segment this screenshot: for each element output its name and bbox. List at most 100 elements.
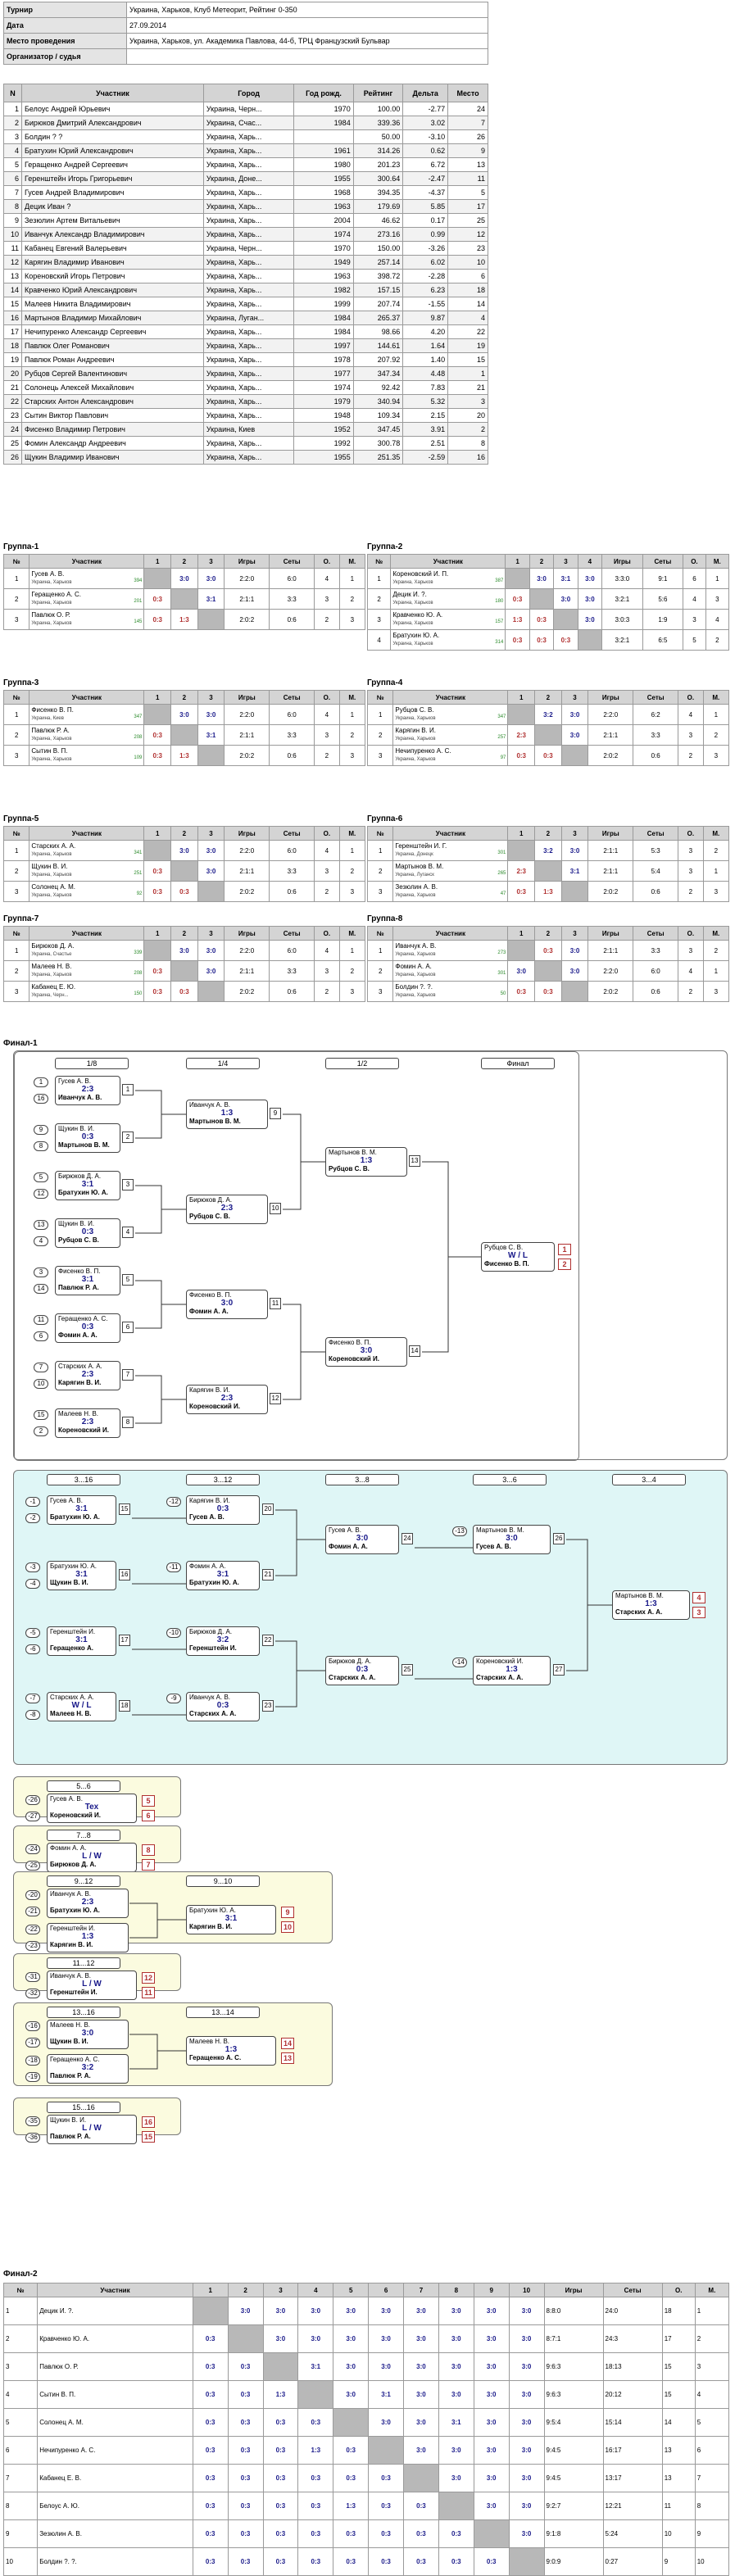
group-player-rating: 265 xyxy=(497,871,506,876)
final2-col-header: 1 xyxy=(192,2283,229,2297)
final2-place: 9 xyxy=(694,2519,730,2548)
player-cell: Украина, Харь... xyxy=(202,436,295,451)
group-player-info: Украина, Харьков 157 xyxy=(392,619,503,628)
group-col-header: Игры xyxy=(224,826,270,841)
group-score-cell: 3:2 xyxy=(534,704,562,725)
place-number: 7 xyxy=(142,1859,155,1871)
group-place: 3 xyxy=(338,609,366,630)
group-points: 3 xyxy=(314,588,340,610)
group-row-num: 2 xyxy=(2,960,30,982)
player-cell: 24 xyxy=(447,102,488,116)
final2-games: 9:6:3 xyxy=(543,2352,604,2381)
group-col-header: М. xyxy=(702,826,730,841)
player-row: 7 Гусев Андрей Владимирович Украина, Харь.… xyxy=(3,185,488,200)
group-points: 3 xyxy=(683,609,706,630)
player-row: 14 Кравченко Юрий Александрович Украина, Х… xyxy=(3,283,488,297)
group-points: 2 xyxy=(678,981,704,1002)
final2-score-cell: 0:3 xyxy=(227,2352,264,2381)
group-player: Солонец А. М. Украина, Харьков 92 xyxy=(29,881,145,902)
group-player: Зезюлин А. В. Украина, Харьков 47 xyxy=(392,881,509,902)
group-player-info: Украина, Счастье 339 xyxy=(31,950,142,959)
final2-sets: 12:21 xyxy=(602,2492,663,2520)
info-value xyxy=(126,48,488,65)
final2-sets: 18:13 xyxy=(602,2352,663,2381)
final2-player: Децик И. ?. xyxy=(37,2297,193,2325)
player-cell: 10 xyxy=(3,227,22,242)
group-score-cell xyxy=(507,704,536,725)
group-row-num: 1 xyxy=(2,704,30,725)
group-col-header: О. xyxy=(678,826,704,841)
group-player-name: Карягин В. И. xyxy=(395,727,436,734)
group-player: Кравченко Ю. А. Украина, Харьков 157 xyxy=(390,609,506,630)
match-score: L / W xyxy=(82,1852,102,1861)
group-games: 2:1:1 xyxy=(587,840,634,861)
player-cell: 1974 xyxy=(293,380,354,395)
player-cell: 24 xyxy=(3,422,22,437)
final2-row-num: 4 xyxy=(2,2380,39,2409)
group-player-name: Фисенко В. П. xyxy=(31,706,74,714)
group-player-name: Геращенко А. С. xyxy=(31,591,81,598)
places-panel: 7...8 Фомин А. А. L / W Бирюков Д. А. -24 -25… xyxy=(13,1825,181,1872)
player-cell: 1955 xyxy=(293,450,354,465)
group-player-rating: 339 xyxy=(134,950,143,955)
group-sets: 6:0 xyxy=(269,704,315,725)
group-player-info: Украина, Харьков 208 xyxy=(31,970,142,979)
group-score-cell: 0:3 xyxy=(505,588,530,610)
group-player-info: Украина, Харьков 109 xyxy=(31,755,142,764)
group-player-city: Украина, Харьков xyxy=(31,737,72,742)
group-thead: № Участник 1 2 3 Игры Сеты О. М. xyxy=(2,926,366,941)
group-row-num: 3 xyxy=(2,981,30,1002)
player-cell: 1963 xyxy=(293,199,354,214)
group-row-num: 4 xyxy=(366,629,392,651)
tournament-info-table: Турнир Украина, Харьков, Клуб Метеорит, Р… xyxy=(3,2,488,65)
group-row: 1 Фисенко В. П. Украина, Киев 347 3:0 3:0 2:2:… xyxy=(2,704,366,725)
player-cell: 23 xyxy=(447,241,488,256)
group-player-info: Украина, Харьков 301 xyxy=(395,970,506,979)
group-score-cell: 0:3 xyxy=(143,960,172,982)
group-col-header: 2 xyxy=(534,690,562,705)
group-sets: 5:4 xyxy=(633,860,679,882)
final2-score-cell: 0:3 xyxy=(262,2464,299,2492)
player-cell: 0.62 xyxy=(402,143,449,158)
group-player-name: Кореновский И. П. xyxy=(392,570,449,578)
group-sets: 3:3 xyxy=(633,724,679,746)
player-row: 18 Павлюк Олег Романович Украина, Харь... 1… xyxy=(3,338,488,353)
group-row: 1 Иванчук А. В. Украина, Харьков 273 0:3 3:0 2… xyxy=(366,940,730,961)
player-cell: Украина, Харь... xyxy=(202,129,295,144)
group-points: 4 xyxy=(314,840,340,861)
player-cell: 157.15 xyxy=(352,283,404,297)
group-place: 3 xyxy=(702,981,730,1002)
seed-number: -31 xyxy=(25,1972,40,1982)
group-sets: 0:6 xyxy=(269,981,315,1002)
group-score-cell: 3:1 xyxy=(553,568,578,589)
group-points: 3 xyxy=(678,860,704,882)
final2-row-num: 7 xyxy=(2,2464,39,2492)
group-row: 2 Щукин В. И. Украина, Харьков 251 0:3 3:0 2:1… xyxy=(2,860,366,882)
final2-score-cell xyxy=(473,2519,510,2548)
group-place: 1 xyxy=(702,860,730,882)
player-cell: 17 xyxy=(447,199,488,214)
final2-score-cell: 3:0 xyxy=(473,2297,510,2325)
match-score: L / W xyxy=(82,1980,102,1989)
group-row-num: 3 xyxy=(366,745,394,766)
final2-sets: 24:3 xyxy=(602,2324,663,2353)
match-player-b: Геренштейн И. xyxy=(50,1989,98,1996)
final2-score-cell: 1:3 xyxy=(262,2380,299,2409)
bracket-connector xyxy=(129,1903,158,1939)
group-col-header: Игры xyxy=(224,926,270,941)
bracket-connector xyxy=(275,1509,297,1576)
player-cell: Украина, Харь... xyxy=(202,199,295,214)
group-games: 2:1:1 xyxy=(587,860,634,882)
final2-score-cell: 0:3 xyxy=(227,2547,264,2576)
player-cell: 1999 xyxy=(293,297,354,311)
player-cell: 6.02 xyxy=(402,255,449,270)
group-col-header: 2 xyxy=(170,926,198,941)
final2-row-num: 10 xyxy=(2,2547,39,2576)
group-row-num: 1 xyxy=(2,568,30,589)
player-cell: 144.61 xyxy=(352,338,404,353)
final2-games: 9:0:9 xyxy=(543,2547,604,2576)
group-row: 1 Гусев А. В. Украина, Харьков 394 3:0 3:0 2:2… xyxy=(2,568,366,589)
group-thead: № Участник 1 2 3 Игры Сеты О. М. xyxy=(2,690,366,705)
player-cell: Украина, Харь... xyxy=(202,380,295,395)
player-cell: 13 xyxy=(447,157,488,172)
